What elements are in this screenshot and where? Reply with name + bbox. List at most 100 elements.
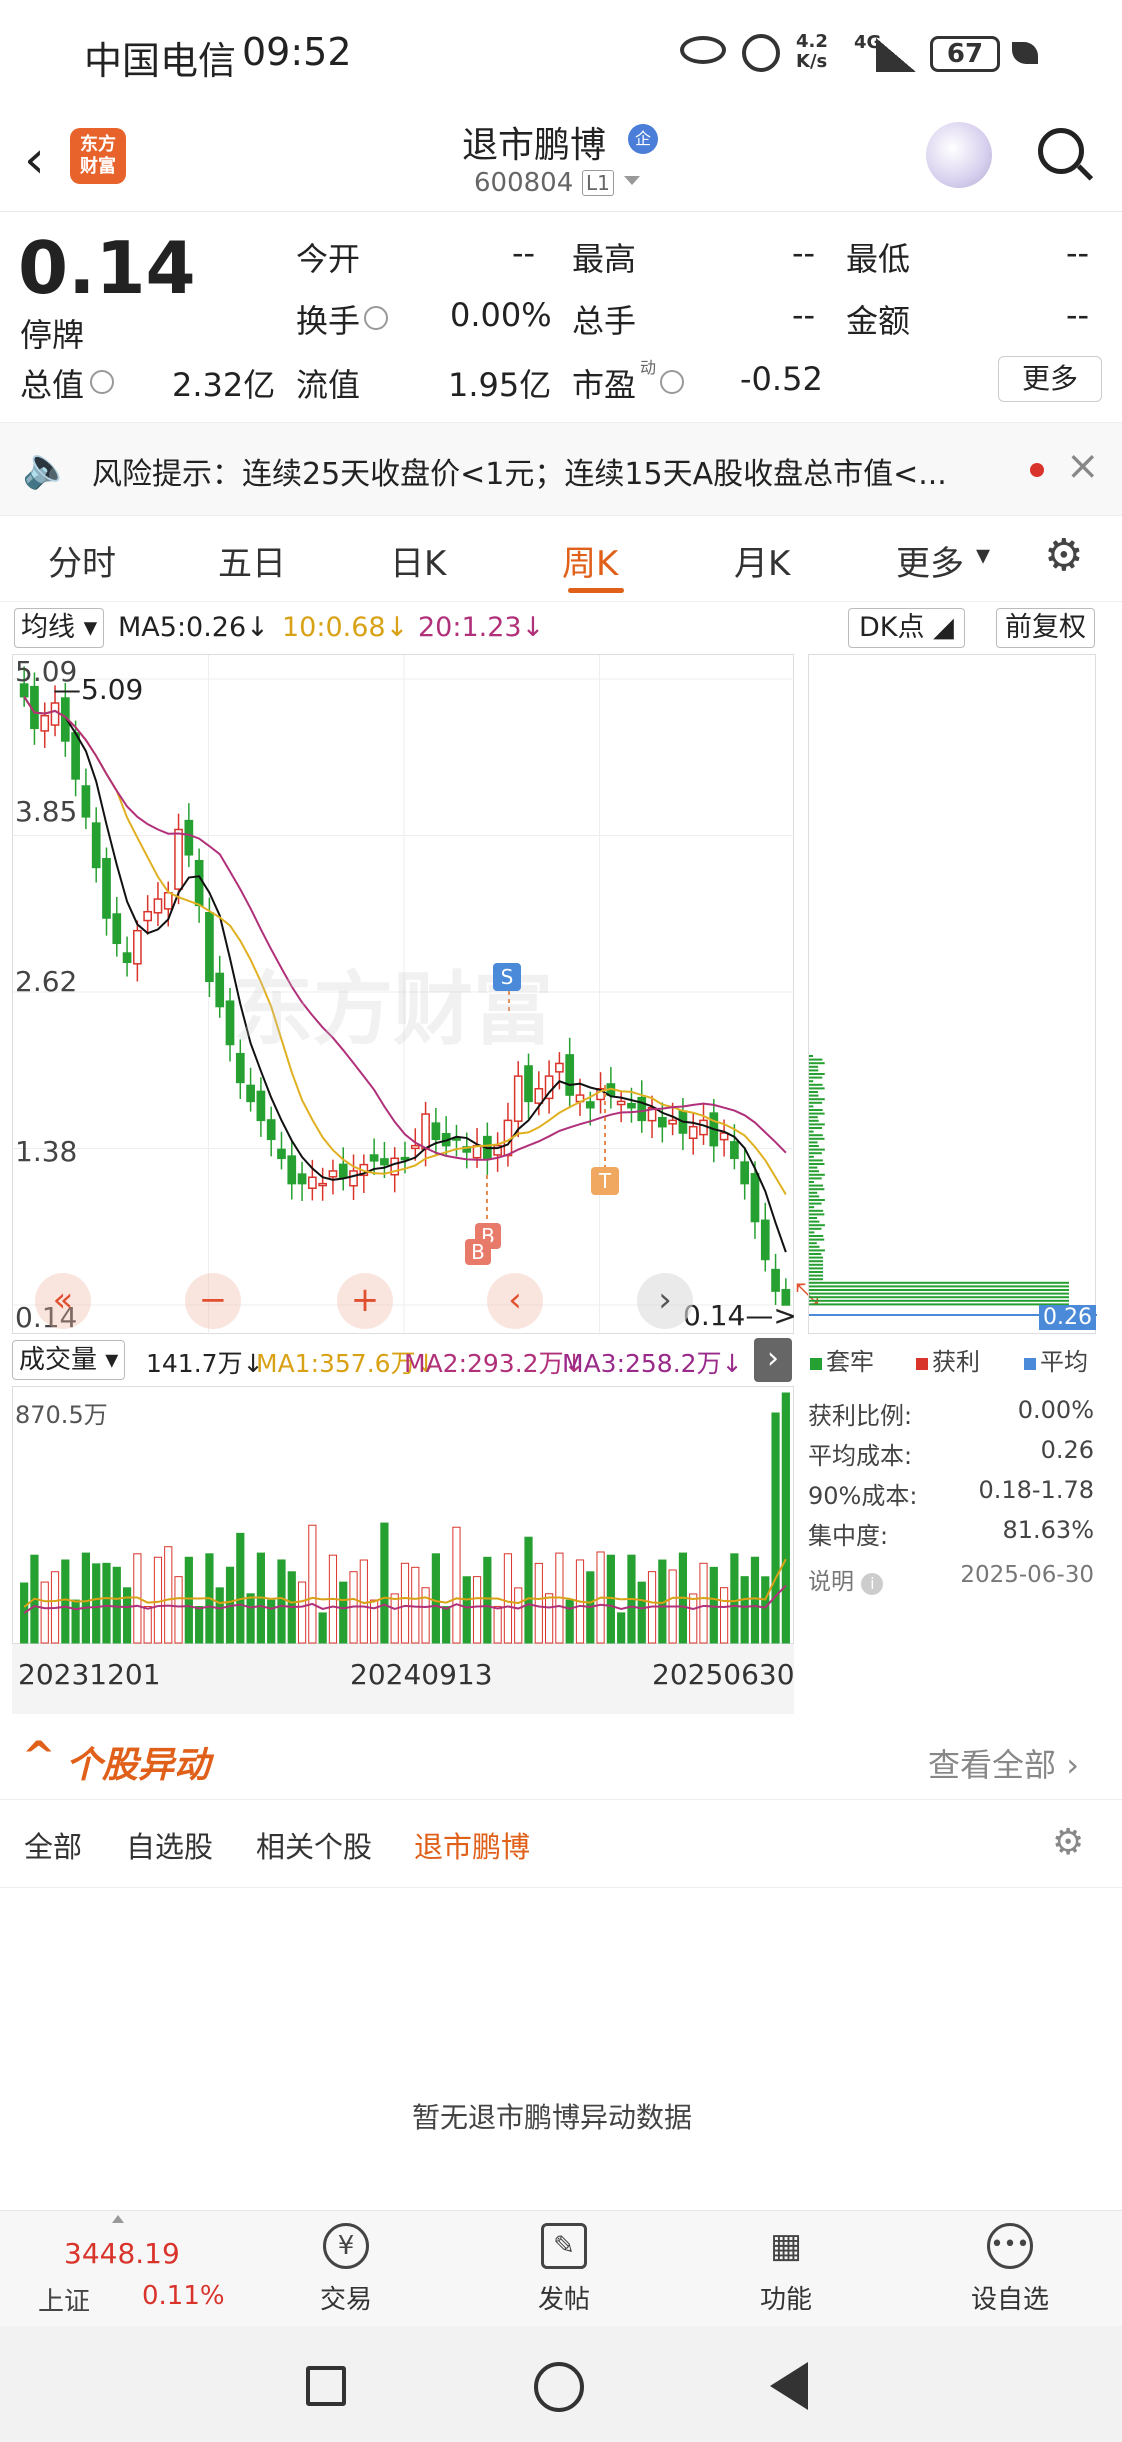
nav-functions[interactable]: ▦ 功能: [736, 2219, 836, 2319]
next-button[interactable]: ›: [637, 1273, 693, 1329]
candle[interactable]: [657, 1116, 667, 1128]
sell-marker[interactable]: S: [493, 963, 521, 991]
view-all-link[interactable]: 查看全部 ›: [928, 1740, 1079, 1786]
settings-icon[interactable]: ⚙: [1052, 1822, 1084, 1863]
candle[interactable]: [308, 1176, 317, 1189]
candle[interactable]: [421, 1113, 430, 1150]
candle[interactable]: [143, 910, 153, 922]
candle[interactable]: [369, 1154, 379, 1162]
filter-3[interactable]: 退市鹏博: [414, 1824, 530, 1866]
candle[interactable]: [256, 1090, 266, 1122]
candle[interactable]: [184, 819, 194, 856]
robot-avatar-icon[interactable]: [926, 122, 992, 188]
chevron-up-icon[interactable]: ^: [22, 1734, 56, 1780]
nav-trade[interactable]: ¥ 交易: [296, 2219, 396, 2319]
candle[interactable]: [400, 1156, 410, 1161]
candle[interactable]: [431, 1122, 441, 1141]
candle[interactable]: [585, 1101, 595, 1109]
candle[interactable]: [71, 732, 80, 780]
candle[interactable]: [122, 952, 132, 964]
buy-marker[interactable]: B: [465, 1239, 491, 1265]
candle[interactable]: [163, 891, 173, 910]
candle[interactable]: [112, 913, 122, 945]
candle[interactable]: [760, 1219, 770, 1261]
volume-chart[interactable]: 870.5万: [12, 1386, 794, 1644]
candle[interactable]: [513, 1075, 523, 1122]
dropdown-icon[interactable]: [624, 176, 640, 185]
volume-bar: [246, 1593, 255, 1644]
candle[interactable]: [102, 857, 111, 919]
candle[interactable]: [215, 972, 225, 1008]
zoom-out-button[interactable]: −: [185, 1273, 241, 1329]
filter-2[interactable]: 相关个股: [256, 1824, 372, 1866]
candle[interactable]: [688, 1125, 698, 1139]
candle[interactable]: [287, 1155, 297, 1185]
candle[interactable]: [524, 1065, 533, 1103]
index-value[interactable]: 3448.19: [64, 2237, 180, 2270]
candle[interactable]: [410, 1144, 420, 1150]
home-button[interactable]: [534, 2362, 584, 2412]
candle[interactable]: [81, 785, 91, 818]
tab-1[interactable]: 五日: [218, 536, 286, 585]
t-marker[interactable]: T: [591, 1167, 619, 1195]
back-button[interactable]: [770, 2362, 808, 2410]
chip-distribution[interactable]: 0.26: [808, 654, 1097, 1334]
settings-icon[interactable]: ⚙: [1044, 530, 1083, 581]
zoom-in-button[interactable]: +: [337, 1273, 393, 1329]
candle[interactable]: [349, 1170, 358, 1187]
candle[interactable]: [616, 1100, 626, 1106]
candle[interactable]: [153, 898, 163, 914]
candle[interactable]: [565, 1054, 575, 1096]
adjust-button[interactable]: 前复权: [996, 608, 1095, 648]
candle[interactable]: [338, 1163, 348, 1179]
candle[interactable]: [297, 1173, 307, 1185]
tab-2[interactable]: 日K: [390, 536, 446, 585]
info-icon[interactable]: [364, 306, 388, 330]
candle[interactable]: [91, 822, 101, 869]
candle[interactable]: [771, 1268, 780, 1292]
note-link[interactable]: 说明 i: [808, 1562, 884, 1596]
tab-4[interactable]: 月K: [734, 536, 790, 585]
info-icon[interactable]: [90, 370, 114, 394]
candle[interactable]: [133, 929, 142, 965]
close-icon[interactable]: ×: [1066, 443, 1100, 489]
candle[interactable]: [740, 1161, 750, 1185]
ma-mode-select[interactable]: 均线 ▾: [14, 608, 105, 648]
candle[interactable]: [730, 1141, 739, 1160]
nav-watchlist[interactable]: ••• 设自选: [960, 2219, 1060, 2319]
recents-button[interactable]: [306, 2366, 346, 2406]
candle[interactable]: [277, 1148, 286, 1160]
tab-3[interactable]: 周K: [562, 536, 618, 585]
candle[interactable]: [246, 1084, 255, 1103]
info-icon[interactable]: [660, 370, 684, 394]
tab-0[interactable]: 分时: [48, 536, 116, 585]
chip-toggle-button[interactable]: ›: [754, 1338, 792, 1382]
candle[interactable]: [380, 1158, 389, 1166]
candle[interactable]: [205, 911, 214, 983]
nav-post[interactable]: ✎ 发帖: [514, 2219, 614, 2319]
back-icon[interactable]: ‹: [24, 134, 45, 186]
kline-chart[interactable]: 东方财富 5.09 3.85 2.62 1.38 0.14 —5.09 0.14…: [12, 654, 819, 1335]
candle[interactable]: [328, 1170, 338, 1178]
candle[interactable]: [627, 1102, 636, 1109]
candle[interactable]: [40, 714, 50, 732]
filter-1[interactable]: 自选股: [126, 1824, 213, 1866]
candle[interactable]: [194, 859, 204, 907]
candle[interactable]: [534, 1087, 544, 1104]
candle[interactable]: [50, 702, 60, 726]
rewind-button[interactable]: «: [35, 1273, 91, 1329]
more-button[interactable]: 更多: [998, 356, 1102, 402]
filter-0[interactable]: 全部: [24, 1824, 82, 1866]
prev-button[interactable]: ‹: [487, 1273, 543, 1329]
candle[interactable]: [266, 1119, 276, 1141]
volume-indicator-select[interactable]: 成交量 ▾: [12, 1340, 126, 1380]
candle[interactable]: [318, 1182, 328, 1187]
dk-button[interactable]: DK点 ◢: [848, 608, 965, 648]
candle[interactable]: [750, 1173, 760, 1223]
candle[interactable]: [699, 1119, 708, 1136]
risk-banner[interactable]: 🔈 风险提示：连续25天收盘价<1元；连续15天A股收盘总市值<... ×: [0, 422, 1122, 516]
candle[interactable]: [668, 1119, 677, 1125]
candle[interactable]: [555, 1062, 564, 1073]
tab-5[interactable]: 更多: [896, 536, 964, 585]
candle[interactable]: [174, 828, 183, 890]
